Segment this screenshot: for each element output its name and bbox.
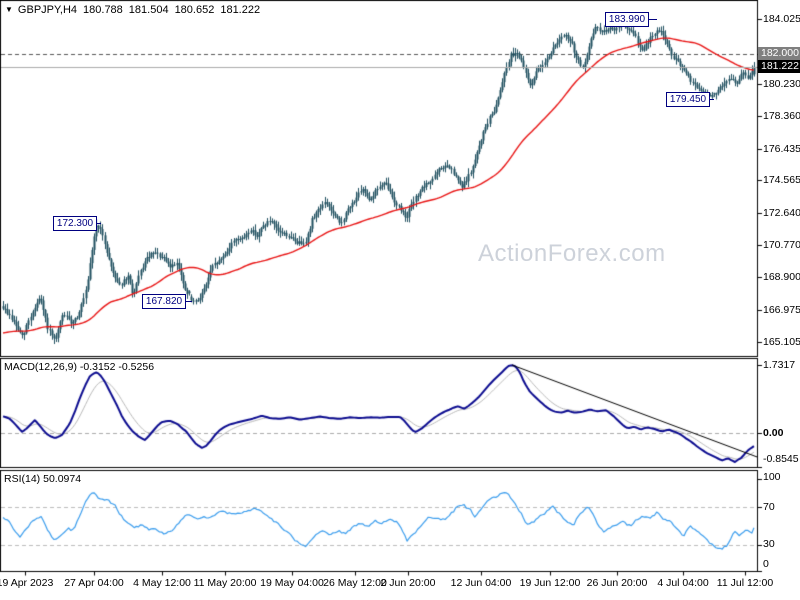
symbol-collapse-icon[interactable]: ▼ [5, 5, 13, 14]
actionforex-watermark: ActionForex.com [478, 240, 666, 267]
chart-canvas [0, 0, 800, 600]
mt4-chart-window: ActionForex.com ▼ GBPJPY,H4 180.788 181.504… [0, 0, 800, 600]
